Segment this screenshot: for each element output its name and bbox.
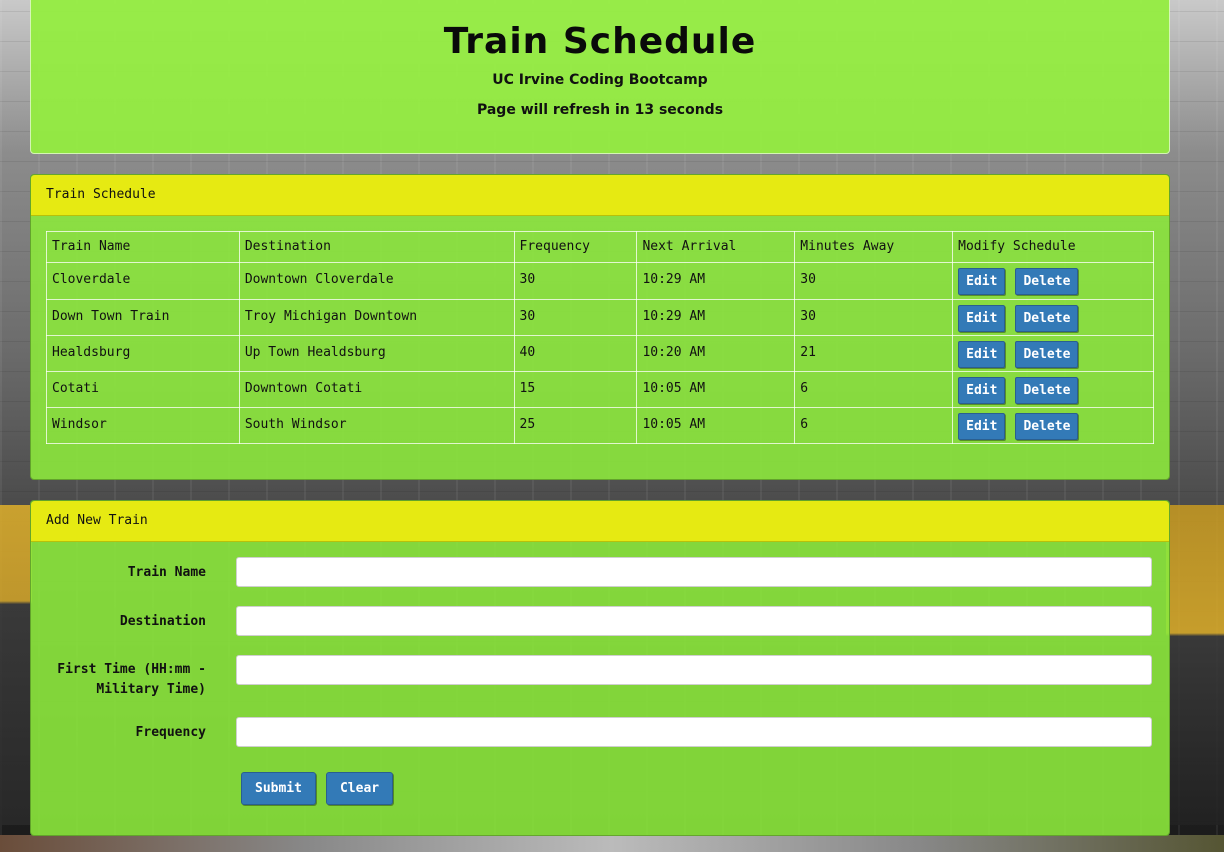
- cell-train-name: Windsor: [46, 407, 240, 444]
- cell-modify: Edit Delete: [952, 262, 1154, 300]
- destination-input[interactable]: [236, 606, 1152, 636]
- col-header-minutes-away: Minutes Away: [794, 231, 954, 263]
- cell-next-arrival: 10:29 AM: [636, 299, 796, 336]
- train-name-input[interactable]: [236, 557, 1152, 587]
- edit-button[interactable]: Edit: [958, 341, 1006, 368]
- cell-next-arrival: 10:29 AM: [636, 262, 796, 300]
- delete-button[interactable]: Delete: [1015, 341, 1079, 368]
- cell-destination: Troy Michigan Downtown: [238, 299, 515, 336]
- cell-frequency: 25: [513, 407, 638, 444]
- cell-modify: Edit Delete: [952, 299, 1154, 336]
- cell-destination: South Windsor: [238, 407, 515, 444]
- schedule-table: Train Name Destination Frequency Next Ar…: [46, 231, 1154, 444]
- cell-next-arrival: 10:05 AM: [636, 407, 796, 444]
- cell-frequency: 30: [513, 299, 638, 336]
- table-header-row: Train Name Destination Frequency Next Ar…: [46, 231, 1154, 263]
- edit-button[interactable]: Edit: [958, 413, 1006, 440]
- cell-frequency: 30: [513, 262, 638, 300]
- edit-button[interactable]: Edit: [958, 268, 1006, 295]
- cell-destination: Downtown Cloverdale: [238, 262, 515, 300]
- schedule-panel-heading: Train Schedule: [31, 175, 1169, 216]
- page-title: Train Schedule: [443, 21, 757, 62]
- cell-minutes-away: 6: [794, 407, 954, 444]
- edit-button[interactable]: Edit: [958, 377, 1006, 404]
- cell-modify: Edit Delete: [952, 407, 1154, 444]
- frequency-label: Frequency: [135, 725, 206, 740]
- cell-minutes-away: 6: [794, 371, 954, 408]
- table-row: Windsor South Windsor 25 10:05 AM 6 Edit…: [46, 407, 1154, 444]
- cell-destination: Up Town Healdsburg: [238, 335, 515, 372]
- background-train-right: [1166, 505, 1224, 825]
- col-header-modify-schedule: Modify Schedule: [952, 231, 1154, 263]
- background-floor: [0, 835, 1224, 852]
- destination-label: Destination: [119, 614, 206, 629]
- delete-button[interactable]: Delete: [1015, 268, 1079, 295]
- frequency-input[interactable]: [236, 717, 1152, 747]
- cell-train-name: Cotati: [46, 371, 240, 408]
- edit-button[interactable]: Edit: [958, 305, 1006, 332]
- col-header-next-arrival: Next Arrival: [636, 231, 796, 263]
- cell-next-arrival: 10:20 AM: [636, 335, 796, 372]
- table-row: Down Town Train Troy Michigan Downtown 3…: [46, 299, 1154, 336]
- cell-destination: Downtown Cotati: [238, 371, 515, 408]
- first-time-input[interactable]: [236, 655, 1152, 685]
- background-train-left: [0, 505, 32, 825]
- train-name-label: Train Name: [127, 565, 206, 580]
- cell-minutes-away: 30: [794, 299, 954, 336]
- cell-train-name: Down Town Train: [46, 299, 240, 336]
- page-subtitle: UC Irvine Coding Bootcamp: [492, 72, 708, 88]
- col-header-train-name: Train Name: [46, 231, 240, 263]
- cell-train-name: Cloverdale: [46, 262, 240, 300]
- add-train-panel-heading: Add New Train: [31, 501, 1169, 542]
- form-actions: Submit Clear: [241, 772, 394, 805]
- submit-button[interactable]: Submit: [241, 772, 316, 805]
- first-time-label: First Time (HH:mm - Military Time): [57, 662, 206, 697]
- table-row: Healdsburg Up Town Healdsburg 40 10:20 A…: [46, 335, 1154, 372]
- cell-minutes-away: 30: [794, 262, 954, 300]
- cell-minutes-away: 21: [794, 335, 954, 372]
- cell-modify: Edit Delete: [952, 335, 1154, 372]
- table-row: Cloverdale Downtown Cloverdale 30 10:29 …: [46, 262, 1154, 300]
- clear-button[interactable]: Clear: [325, 772, 394, 805]
- schedule-panel: Train Schedule Train Name Destination Fr…: [30, 174, 1170, 480]
- delete-button[interactable]: Delete: [1015, 377, 1079, 404]
- add-train-panel: Add New Train Train Name Destination Fir…: [30, 500, 1170, 836]
- delete-button[interactable]: Delete: [1015, 413, 1079, 440]
- cell-frequency: 40: [513, 335, 638, 372]
- cell-train-name: Healdsburg: [46, 335, 240, 372]
- table-row: Cotati Downtown Cotati 15 10:05 AM 6 Edi…: [46, 371, 1154, 408]
- refresh-countdown: Page will refresh in 13 seconds: [476, 102, 724, 118]
- cell-frequency: 15: [513, 371, 638, 408]
- col-header-frequency: Frequency: [513, 231, 638, 263]
- cell-modify: Edit Delete: [952, 371, 1154, 408]
- cell-next-arrival: 10:05 AM: [636, 371, 796, 408]
- delete-button[interactable]: Delete: [1015, 305, 1079, 332]
- col-header-destination: Destination: [238, 231, 515, 263]
- header-jumbotron: Train Schedule UC Irvine Coding Bootcamp…: [30, 0, 1170, 154]
